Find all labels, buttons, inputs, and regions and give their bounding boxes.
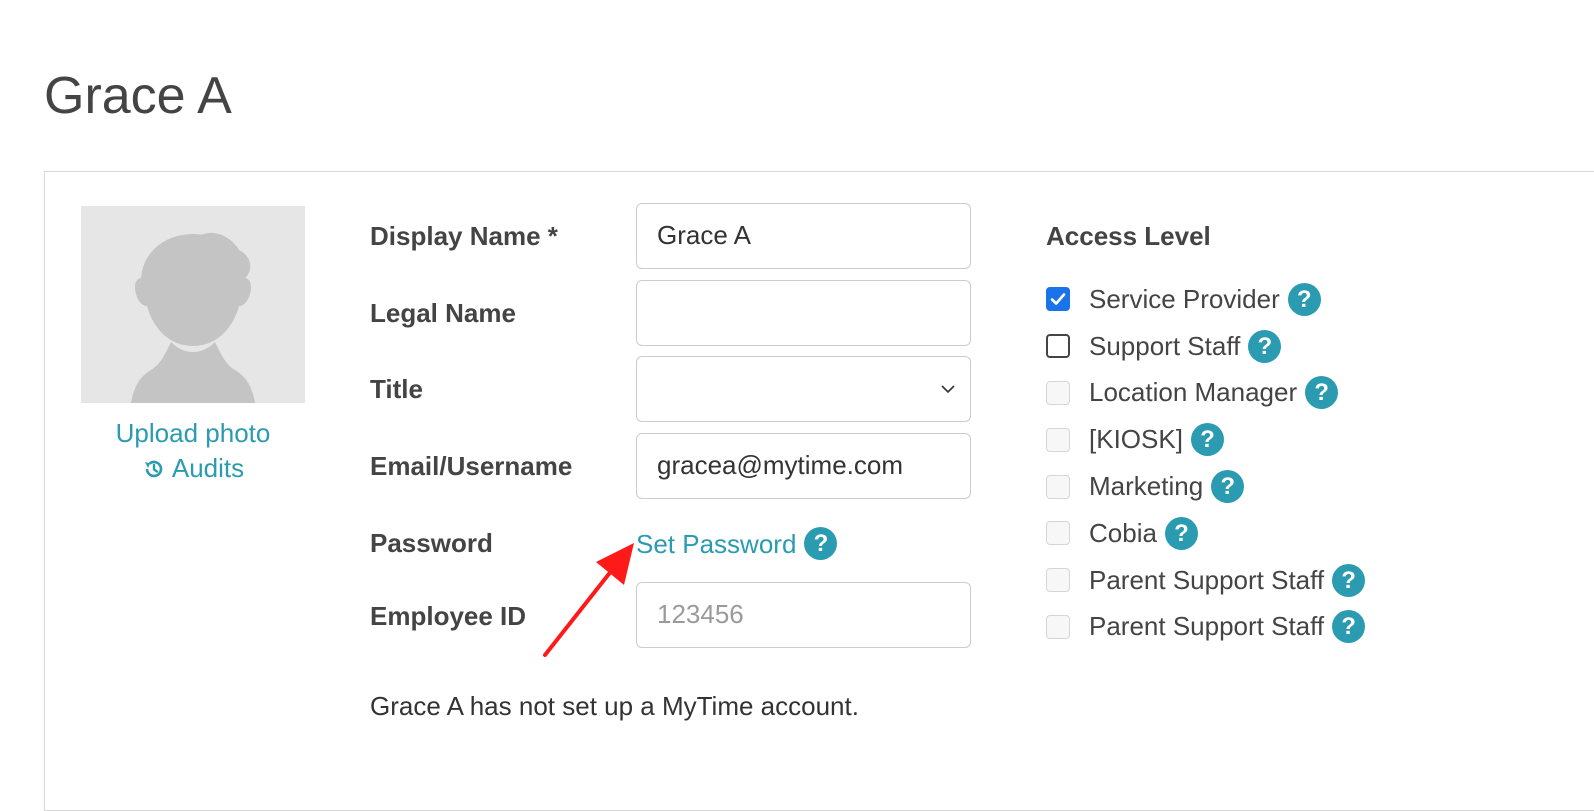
access-level-item: Service Provider? xyxy=(1046,276,1365,323)
access-level-item: Support Staff? xyxy=(1046,323,1365,370)
audits-label: Audits xyxy=(171,453,245,483)
display-name-input[interactable]: Grace A xyxy=(636,203,971,269)
history-icon xyxy=(144,460,163,477)
access-level-checkbox xyxy=(1046,614,1070,639)
access-level-item: Cobia? xyxy=(1046,510,1365,557)
title-label: Title xyxy=(370,374,423,404)
access-level-label: Cobia xyxy=(1089,517,1157,548)
access-level-checkbox xyxy=(1046,568,1070,593)
password-label: Password xyxy=(370,528,493,558)
access-level-label: [KIOSK] xyxy=(1089,424,1183,455)
access-level-item: Parent Support Staff? xyxy=(1046,604,1366,651)
access-level-label: Location Manager xyxy=(1089,377,1298,408)
help-icon[interactable]: ? xyxy=(1287,282,1321,316)
employee-id-label: Employee ID xyxy=(370,601,527,631)
access-level-label: Support Staff xyxy=(1089,330,1241,361)
title-select[interactable] xyxy=(636,356,971,422)
chevron-down-icon xyxy=(941,385,955,394)
access-level-checkbox xyxy=(1046,380,1070,405)
access-level-checkbox[interactable] xyxy=(1046,287,1070,312)
access-level-item: [KIOSK]? xyxy=(1046,416,1365,463)
access-level-item: Marketing? xyxy=(1046,463,1365,510)
help-icon[interactable]: ? xyxy=(1332,563,1366,597)
access-level-heading: Access Level xyxy=(1046,221,1211,251)
employee-id-input[interactable]: 123456 xyxy=(636,582,971,648)
access-level-label: Marketing xyxy=(1089,471,1204,502)
password-row: Set Password ? xyxy=(636,527,838,560)
email-input[interactable]: gracea@mytime.com xyxy=(636,433,971,499)
access-level-label: Parent Support Staff xyxy=(1089,611,1325,642)
account-notice: Grace A has not set up a MyTime account. xyxy=(370,691,859,721)
photo-links: Upload photo Audits xyxy=(81,416,305,490)
page-title: Grace A xyxy=(44,67,232,125)
avatar-placeholder[interactable] xyxy=(81,206,305,403)
access-level-checkbox xyxy=(1046,474,1070,499)
set-password-link[interactable]: Set Password xyxy=(636,528,796,560)
access-level-label: Service Provider xyxy=(1089,283,1280,314)
access-level-checkbox xyxy=(1046,521,1070,546)
help-icon[interactable]: ? xyxy=(1305,376,1339,410)
help-icon[interactable]: ? xyxy=(1332,610,1366,644)
access-level-checkbox xyxy=(1046,427,1070,452)
help-icon[interactable]: ? xyxy=(1164,516,1198,550)
display-name-label: Display Name * xyxy=(370,221,558,251)
access-level-item: Location Manager? xyxy=(1046,370,1365,417)
help-icon[interactable]: ? xyxy=(804,527,838,560)
email-label: Email/Username xyxy=(370,451,573,481)
person-silhouette-icon xyxy=(81,206,305,403)
access-level-label: Parent Support Staff xyxy=(1089,564,1325,595)
upload-photo-link[interactable]: Upload photo xyxy=(116,418,271,448)
access-level-list: Service Provider? Support Staff? Location … xyxy=(1046,276,1366,651)
access-level-checkbox[interactable] xyxy=(1046,334,1070,359)
access-level-item: Parent Support Staff? xyxy=(1046,557,1366,604)
legal-name-label: Legal Name xyxy=(370,298,516,328)
help-icon[interactable]: ? xyxy=(1190,423,1224,457)
help-icon[interactable]: ? xyxy=(1211,470,1245,504)
help-icon[interactable]: ? xyxy=(1248,329,1282,363)
legal-name-input[interactable] xyxy=(636,280,971,346)
checkmark-icon xyxy=(1050,293,1066,306)
audits-link[interactable]: Audits xyxy=(142,451,244,486)
